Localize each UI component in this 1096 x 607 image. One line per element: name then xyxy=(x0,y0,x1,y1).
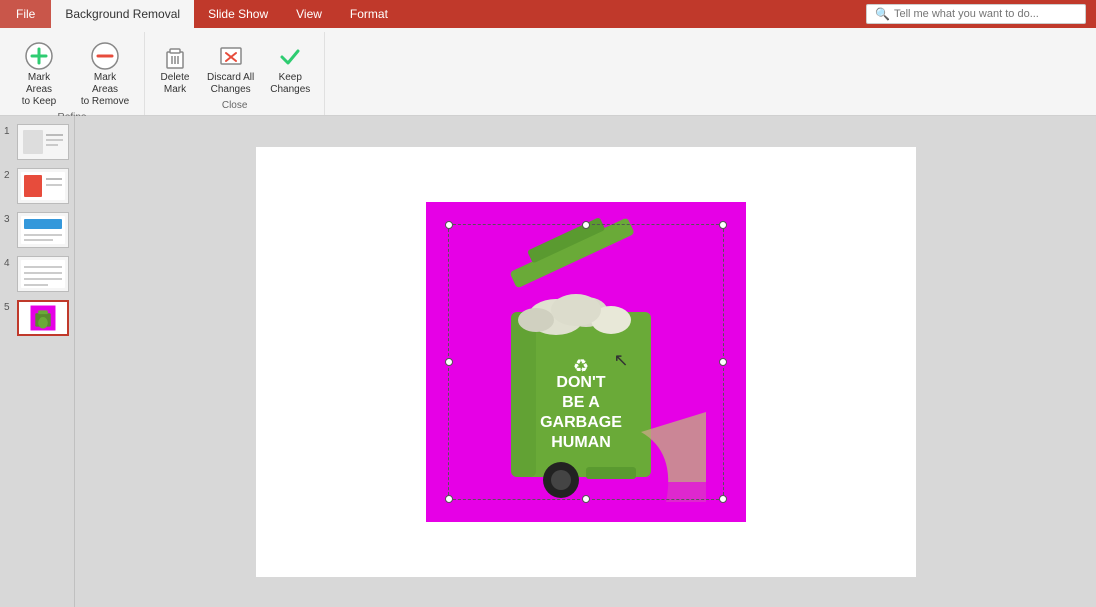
delete-mark-button[interactable]: DeleteMark xyxy=(153,36,197,100)
mark-keep-icon xyxy=(23,40,55,72)
keep-changes-button[interactable]: KeepChanges xyxy=(264,36,316,100)
canvas-area: DON'T BE A GARBAGE HUMAN ♻ xyxy=(75,116,1096,607)
close-group-label: Close xyxy=(222,100,248,115)
slide-thumb-1[interactable]: 1 xyxy=(4,124,70,160)
trash-can-svg: DON'T BE A GARBAGE HUMAN ♻ xyxy=(456,212,706,512)
keep-changes-icon xyxy=(274,40,306,72)
ribbon-group-refine-inner: Mark Areasto Keep Mark Areasto Remove xyxy=(8,36,136,112)
delete-mark-label: DeleteMark xyxy=(161,72,190,96)
svg-text:HUMAN: HUMAN xyxy=(551,434,611,451)
svg-text:BE A: BE A xyxy=(562,394,600,411)
ribbon: Mark Areasto Keep Mark Areasto Remove Re… xyxy=(0,28,1096,116)
tab-file[interactable]: File xyxy=(0,0,51,28)
discard-all-label: Discard AllChanges xyxy=(207,72,254,96)
search-icon: 🔍 xyxy=(875,7,890,21)
svg-text:♻: ♻ xyxy=(572,356,588,376)
svg-text:GARBAGE: GARBAGE xyxy=(540,414,622,431)
mark-remove-icon xyxy=(89,40,121,72)
delete-mark-icon xyxy=(159,40,191,72)
keep-changes-label: KeepChanges xyxy=(270,72,310,96)
slide-thumb-4[interactable]: 4 xyxy=(4,256,70,292)
mark-keep-label: Mark Areasto Keep xyxy=(14,72,64,108)
tab-format[interactable]: Format xyxy=(336,0,402,28)
selected-image[interactable]: DON'T BE A GARBAGE HUMAN ♻ xyxy=(426,202,746,522)
tab-background-removal[interactable]: Background Removal xyxy=(51,0,194,28)
search-bar[interactable]: 🔍 xyxy=(866,4,1086,24)
mark-remove-label: Mark Areasto Remove xyxy=(80,72,130,108)
main-area: 1 2 xyxy=(0,116,1096,607)
slide-canvas: DON'T BE A GARBAGE HUMAN ♻ xyxy=(256,147,916,577)
slide-panel: 1 2 xyxy=(0,116,75,607)
search-input[interactable] xyxy=(894,8,1074,20)
mark-areas-to-keep-button[interactable]: Mark Areasto Keep xyxy=(8,36,70,112)
ribbon-group-refine: Mark Areasto Keep Mark Areasto Remove Re… xyxy=(0,32,145,115)
discard-all-icon xyxy=(215,40,247,72)
mark-areas-to-remove-button[interactable]: Mark Areasto Remove xyxy=(74,36,136,112)
ribbon-tabs: File Background Removal Slide Show View … xyxy=(0,0,1096,28)
tab-slideshow[interactable]: Slide Show xyxy=(194,0,282,28)
discard-all-changes-button[interactable]: Discard AllChanges xyxy=(201,36,260,100)
slide-thumb-5[interactable]: 5 xyxy=(4,300,70,336)
tab-view[interactable]: View xyxy=(282,0,336,28)
slide-thumb-2[interactable]: 2 xyxy=(4,168,70,204)
slide-thumb-3[interactable]: 3 xyxy=(4,212,70,248)
svg-text:DON'T: DON'T xyxy=(556,374,605,391)
ribbon-group-close-inner: DeleteMark Discard AllChanges xyxy=(153,36,316,100)
ribbon-group-close: DeleteMark Discard AllChanges xyxy=(145,32,325,115)
